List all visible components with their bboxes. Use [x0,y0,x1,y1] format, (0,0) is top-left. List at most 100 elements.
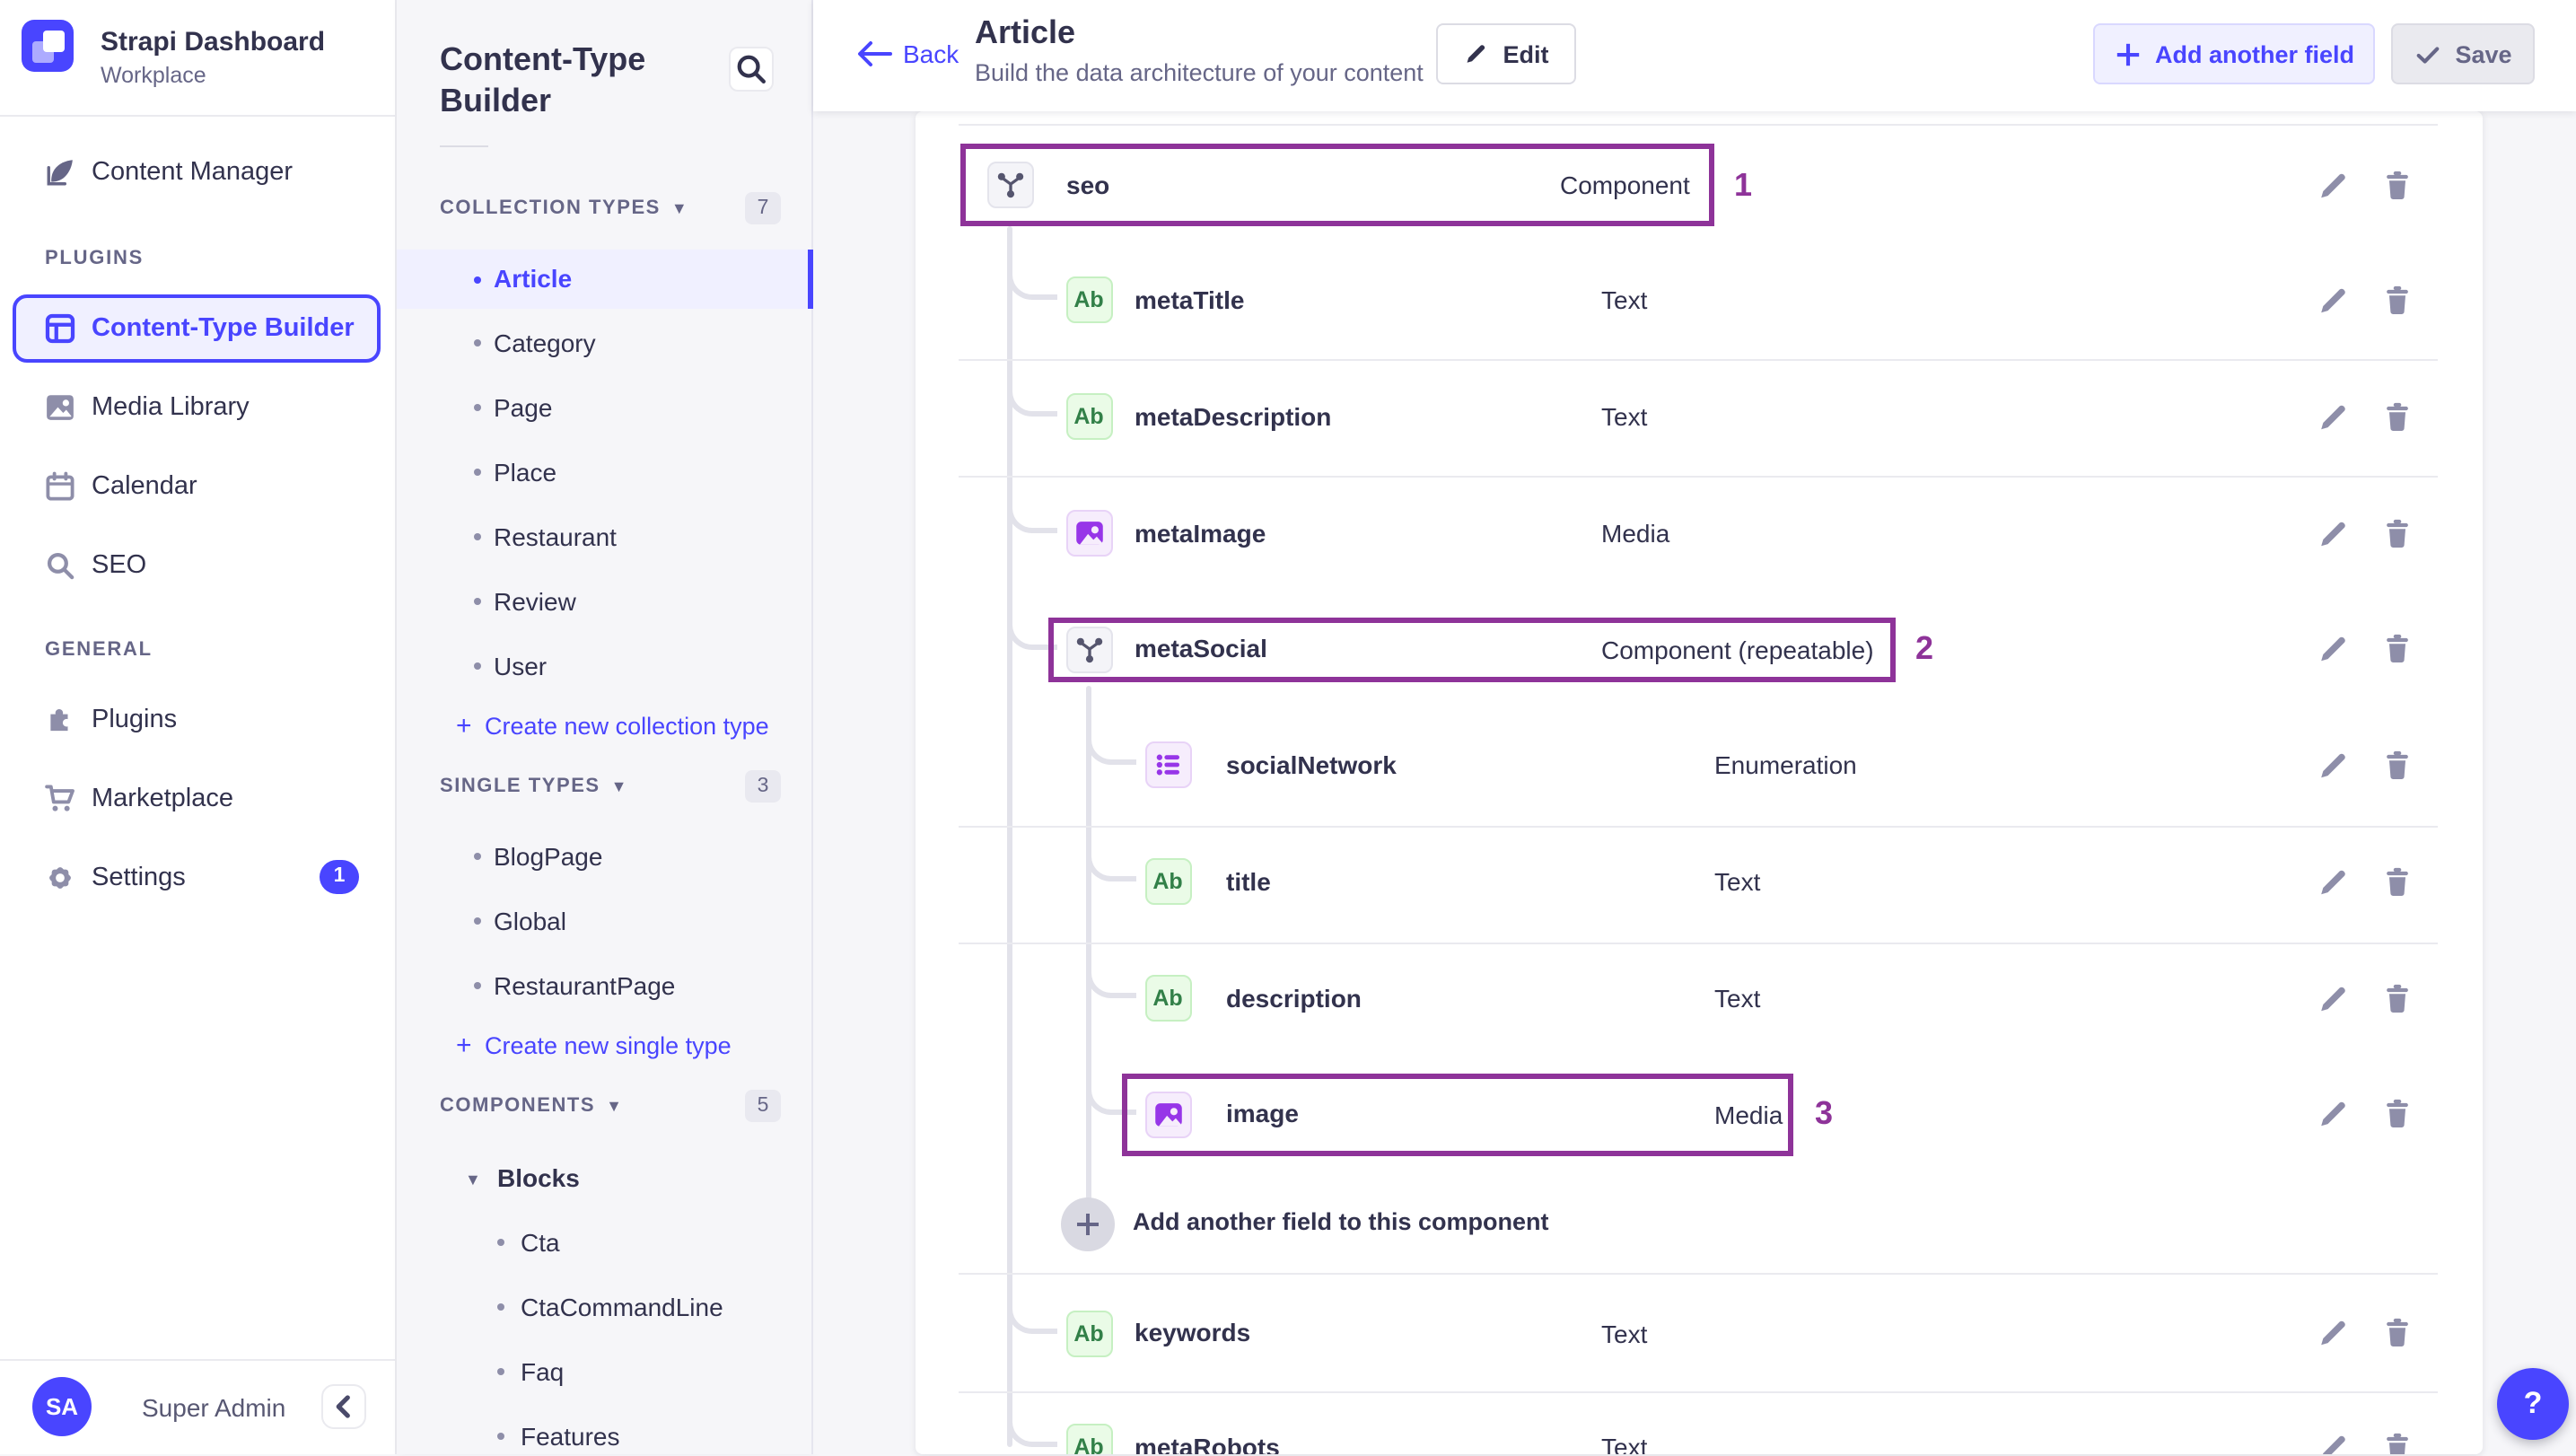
collection-type-article[interactable]: Article [397,250,813,309]
component-faq[interactable]: Faq [397,1352,813,1391]
edit-field-button[interactable] [2316,748,2350,782]
edit-field-button[interactable] [2316,1097,2350,1131]
delete-field-button[interactable] [2380,748,2414,782]
delete-field-button[interactable] [2380,1316,2414,1350]
field-type: Media [1601,519,1670,548]
component-cta[interactable]: Cta [397,1223,813,1262]
create-collection-type-link[interactable]: + Create new collection type [397,707,813,747]
field-row-metarobots: Ab metaRobots Text [916,1389,2483,1454]
delete-field-button[interactable] [2380,1097,2414,1131]
section-components[interactable]: COMPONENTS ▼ [440,1095,623,1117]
component-icon [1065,626,1112,672]
row-divider [959,124,2438,126]
bullet-icon [497,1433,504,1440]
field-type: Media [1714,1100,1783,1128]
main-sidebar: Strapi Dashboard Workplace Content Manag… [0,0,397,1454]
add-another-field-button[interactable]: Add another field [2093,23,2375,84]
chevron-left-icon [336,1395,350,1418]
edit-field-button[interactable] [2316,632,2350,666]
sidebar-item-label: Plugins [92,706,178,734]
delete-field-button[interactable] [2380,632,2414,666]
avatar[interactable]: SA [32,1377,92,1436]
add-field-label[interactable]: Add another field to this component [1133,1208,1549,1235]
add-component-field-row: Add another field to this component [916,1165,2483,1282]
create-single-type-link[interactable]: + Create new single type [397,1027,813,1066]
section-collection-types[interactable]: COLLECTION TYPES ▼ [440,197,688,219]
field-type: Text [1601,285,1648,314]
collection-type-review[interactable]: Review [397,582,813,621]
delete-field-button[interactable] [2380,516,2414,550]
component-features[interactable]: Features [397,1417,813,1456]
delete-field-button[interactable] [2380,981,2414,1015]
divider [440,145,488,147]
field-type: Component (repeatable) [1601,635,1874,663]
field-name: metaImage [1135,518,1266,547]
field-row-description: Ab description Text [916,940,2483,1057]
collection-type-user[interactable]: User [397,646,813,686]
sidebar-item-content-manager[interactable]: Content Manager [0,149,397,196]
single-type-blogpage[interactable]: BlogPage [397,837,813,876]
component-group-blocks[interactable]: ▼ Blocks [397,1158,813,1197]
sidebar-item-label: Calendar [92,472,197,501]
bullet-icon [474,982,481,989]
field-type: Text [1714,984,1761,1013]
collection-type-restaurant[interactable]: Restaurant [397,517,813,557]
collapse-sidebar-button[interactable] [321,1384,366,1429]
delete-field-button[interactable] [2380,399,2414,434]
bullet-icon [474,662,481,670]
sidebar-item-plugins[interactable]: Plugins [0,697,397,743]
media-icon [1144,1091,1191,1137]
delete-field-button[interactable] [2380,283,2414,317]
field-row-seo: seo Component [916,127,2483,243]
field-name: socialNetwork [1226,750,1397,778]
sidebar-item-calendar[interactable]: Calendar [0,463,397,510]
edit-field-button[interactable] [2316,981,2350,1015]
sidebar-item-label: Content-Type Builder [92,314,355,343]
single-type-global[interactable]: Global [397,901,813,941]
edit-button[interactable]: Edit [1436,23,1576,84]
collection-type-category[interactable]: Category [397,323,813,363]
annotation-number-2: 2 [1915,630,1934,666]
edit-field-button[interactable] [2316,1430,2350,1454]
sidebar-item-label: Settings [92,864,186,892]
field-name: description [1226,983,1362,1012]
save-button[interactable]: Save [2391,23,2535,84]
delete-field-button[interactable] [2380,864,2414,899]
builder-sidebar: Content-Type Builder COLLECTION TYPES ▼ 7… [397,0,813,1454]
edit-field-button[interactable] [2316,1316,2350,1350]
edit-field-button[interactable] [2316,516,2350,550]
delete-field-button[interactable] [2380,168,2414,202]
sidebar-item-marketplace[interactable]: Marketplace [0,776,397,822]
section-single-types[interactable]: SINGLE TYPES ▼ [440,776,628,797]
field-row-metaimage: metaImage Media [916,475,2483,592]
single-type-restaurantpage[interactable]: RestaurantPage [397,966,813,1005]
annotation-number-3: 3 [1815,1095,1834,1131]
collection-type-page[interactable]: Page [397,388,813,427]
page-header: Back Article Build the data architecture… [813,0,2576,111]
sidebar-item-seo[interactable]: SEO [0,542,397,589]
sidebar-item-label: SEO [92,551,147,580]
field-row-socialnetwork: socialNetwork Enumeration [916,706,2483,823]
edit-field-button[interactable] [2316,168,2350,202]
text-icon: Ab [1065,1424,1112,1454]
sidebar-item-label: Media Library [92,393,250,422]
check-icon [2416,46,2439,63]
edit-field-button[interactable] [2316,864,2350,899]
help-button[interactable]: ? [2497,1368,2569,1440]
delete-field-button[interactable] [2380,1430,2414,1454]
field-row-image: image Media [916,1056,2483,1172]
search-button[interactable] [729,47,774,92]
add-field-button[interactable] [1061,1197,1115,1250]
collection-type-place[interactable]: Place [397,452,813,492]
app-window: Strapi Dashboard Workplace Content Manag… [0,0,2576,1454]
back-button[interactable]: Back [856,38,959,74]
sidebar-item-label: Marketplace [92,785,233,813]
sidebar-item-media-library[interactable]: Media Library [0,384,397,431]
edit-field-button[interactable] [2316,399,2350,434]
layout-icon [45,313,75,344]
edit-field-button[interactable] [2316,283,2350,317]
puzzle-icon [45,705,75,735]
picture-icon [45,392,75,423]
sidebar-item-content-type-builder[interactable]: Content-Type Builder [13,294,381,363]
component-ctacommandline[interactable]: CtaCommandLine [397,1287,813,1327]
